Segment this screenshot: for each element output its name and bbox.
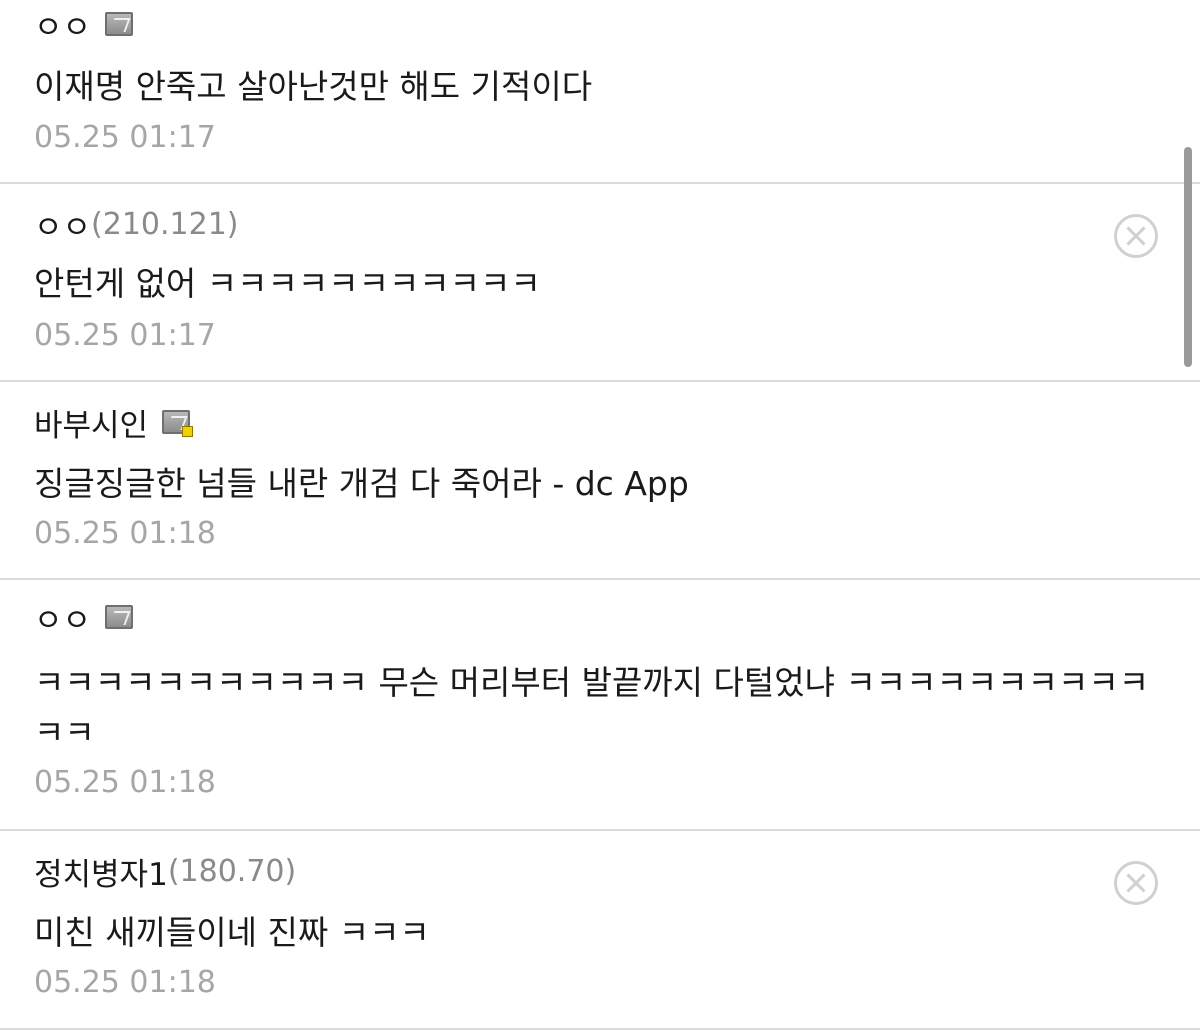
nickname[interactable]: ㅇㅇ bbox=[34, 2, 91, 47]
manager-dot-icon bbox=[182, 426, 194, 437]
comment-item: ㅇㅇ 이재명 안죽고 살아난것만 해도 기적이다 05.25 01:17 bbox=[0, 0, 1200, 184]
comment-text: 징글징글한 넘들 내란 개검 다 죽어라 - dc App bbox=[34, 464, 689, 503]
comment-timestamp: 05.25 01:18 bbox=[34, 765, 216, 800]
nickname[interactable]: 바부시인 bbox=[34, 400, 148, 445]
delete-comment-button[interactable] bbox=[1114, 861, 1158, 905]
fixed-nick-icon bbox=[105, 605, 134, 629]
comment-author[interactable]: ㅇㅇ (210.121) bbox=[34, 202, 239, 247]
comment-timestamp: 05.25 01:18 bbox=[34, 965, 216, 1000]
vertical-scrollbar[interactable] bbox=[1184, 147, 1192, 367]
comment-list: ㅇㅇ 이재명 안죽고 살아난것만 해도 기적이다 05.25 01:17 ㅇㅇ … bbox=[0, 0, 1200, 1033]
comment-text: ㅋㅋㅋㅋㅋㅋㅋㅋㅋㅋㅋ 무슨 머리부터 발끝까지 다털었냐 ㅋㅋㅋㅋㅋㅋㅋㅋㅋㅋ… bbox=[34, 663, 1150, 752]
fixed-nick-manager-icon bbox=[162, 410, 194, 437]
comment-item: 정치병자1 (180.70) 미친 새끼들이네 진짜 ㅋㅋㅋ 05.25 01:… bbox=[0, 831, 1200, 1030]
comment-item: ㅇㅇ ㅋㅋㅋㅋㅋㅋㅋㅋㅋㅋㅋ 무슨 머리부터 발끝까지 다털었냐 ㅋㅋㅋㅋㅋㅋㅋ… bbox=[0, 580, 1200, 831]
comment-author[interactable]: 바부시인 bbox=[34, 400, 194, 445]
nickname[interactable]: ㅇㅇ bbox=[34, 202, 91, 247]
nickname[interactable]: 정치병자1 bbox=[34, 849, 168, 894]
delete-comment-button[interactable] bbox=[1114, 214, 1158, 258]
comment-item: 바부시인 징글징글한 넘들 내란 개검 다 죽어라 - dc App 05.25… bbox=[0, 382, 1200, 580]
comment-author[interactable]: ㅇㅇ bbox=[34, 2, 134, 47]
ip-address: (180.70) bbox=[167, 853, 297, 889]
nickname[interactable]: ㅇㅇ bbox=[34, 595, 91, 640]
comment-timestamp: 05.25 01:18 bbox=[34, 516, 216, 551]
comment-text: 안턴게 없어 ㅋㅋㅋㅋㅋㅋㅋㅋㅋㅋㅋ bbox=[34, 264, 541, 303]
comment-item: ㅇㅇ (210.121) 안턴게 없어 ㅋㅋㅋㅋㅋㅋㅋㅋㅋㅋㅋ 05.25 01… bbox=[0, 184, 1200, 382]
comment-text: 이재명 안죽고 살아난것만 해도 기적이다 bbox=[34, 67, 593, 106]
comment-author[interactable]: 정치병자1 (180.70) bbox=[34, 849, 297, 894]
comment-text: 미친 새끼들이네 진짜 ㅋㅋㅋ bbox=[34, 913, 430, 952]
ip-address: (210.121) bbox=[91, 206, 239, 242]
fixed-nick-icon bbox=[105, 12, 134, 36]
comment-timestamp: 05.25 01:17 bbox=[34, 120, 216, 155]
comment-timestamp: 05.25 01:17 bbox=[34, 318, 216, 353]
comment-author[interactable]: ㅇㅇ bbox=[34, 595, 134, 640]
